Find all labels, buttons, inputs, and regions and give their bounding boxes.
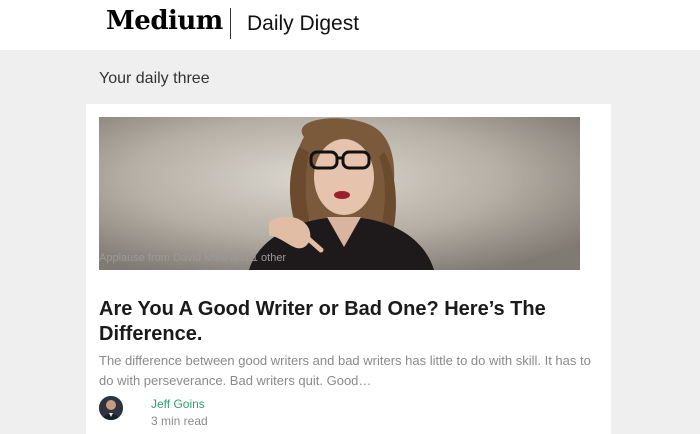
author-name-link[interactable]: Jeff Goins xyxy=(151,397,205,411)
medium-logo[interactable]: Medium xyxy=(106,6,223,36)
applause-text: Applause from David Mike and 1 other xyxy=(99,252,287,264)
header-divider xyxy=(230,8,231,39)
article-excerpt: The difference between good writers and … xyxy=(99,353,591,388)
section-title: Your daily three xyxy=(99,70,210,87)
article-hero-image[interactable] xyxy=(99,117,580,270)
digest-title: Daily Digest xyxy=(247,12,360,35)
author-avatar[interactable] xyxy=(99,396,123,420)
email-header: Medium Daily Digest xyxy=(0,0,700,50)
article-headline[interactable]: Are You A Good Writer or Bad One? Here’s… xyxy=(99,297,579,347)
read-time: 3 min read xyxy=(151,414,208,428)
article-card[interactable]: Applause from David Mike and 1 other Are… xyxy=(86,104,611,434)
